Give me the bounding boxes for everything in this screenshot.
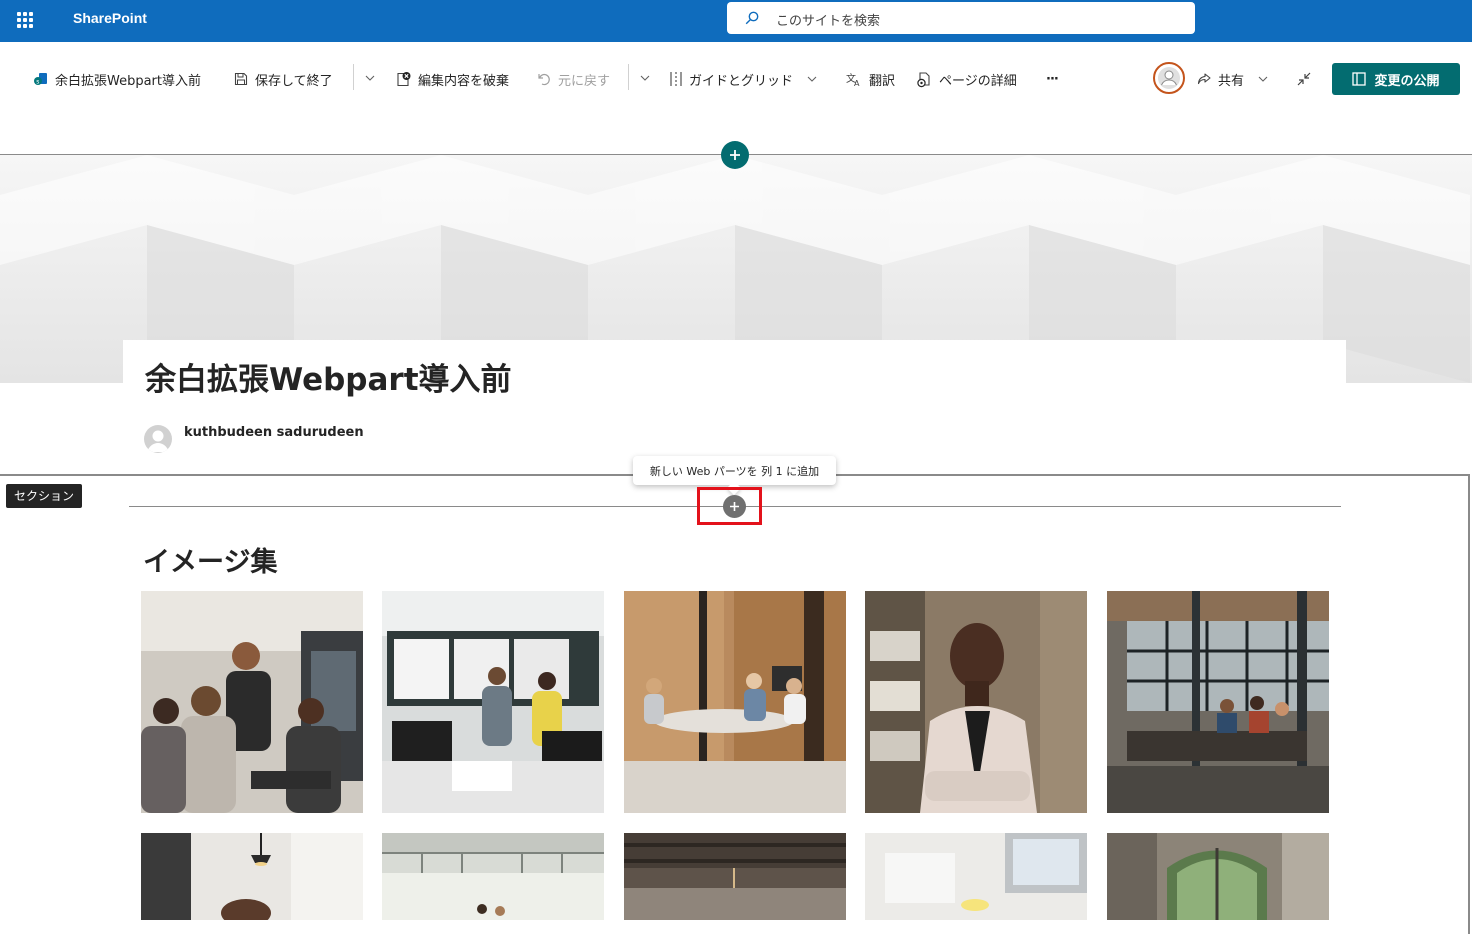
discard-edits-label: 編集内容を破棄 bbox=[418, 73, 510, 89]
undo-icon bbox=[538, 73, 550, 86]
photo-woman-portrait-icon bbox=[865, 591, 1087, 813]
divider bbox=[353, 64, 354, 90]
svg-text:s: s bbox=[36, 79, 39, 86]
gallery-image-1[interactable] bbox=[141, 591, 363, 813]
collapse-icon[interactable] bbox=[1296, 71, 1312, 87]
undo-label: 元に戻す bbox=[558, 73, 611, 89]
app-launcher-icon[interactable] bbox=[17, 12, 33, 28]
svg-text:A: A bbox=[854, 79, 860, 87]
chevron-down-icon bbox=[807, 76, 817, 82]
photo-desk-laptop-icon bbox=[865, 833, 1087, 920]
translate-icon: 文 A bbox=[846, 72, 860, 87]
gallery-image-3[interactable] bbox=[624, 591, 846, 813]
author-name[interactable]: kuthbudeen sadurudeen bbox=[184, 425, 364, 440]
photo-office-windows-icon bbox=[1107, 833, 1329, 920]
share-icon bbox=[1197, 73, 1211, 85]
gallery-image-2[interactable] bbox=[382, 591, 604, 813]
more-options-button[interactable]: ··· bbox=[1046, 68, 1059, 90]
gallery-image-5[interactable] bbox=[1107, 591, 1329, 813]
user-avatar[interactable] bbox=[1153, 62, 1185, 94]
gallery-image-7[interactable] bbox=[382, 833, 604, 920]
chevron-down-icon[interactable] bbox=[640, 74, 650, 82]
gallery-title[interactable]: イメージ集 bbox=[143, 540, 277, 579]
search-placeholder[interactable]: このサイトを検索 bbox=[776, 10, 880, 29]
gallery-image-6[interactable] bbox=[141, 833, 363, 920]
undo-button[interactable]: 元に戻す bbox=[536, 68, 610, 90]
search-icon bbox=[745, 11, 759, 25]
photo-man-with-lamps-icon bbox=[141, 833, 363, 920]
page-details-label: ページの詳細 bbox=[939, 73, 1017, 89]
photo-team-at-computer-icon bbox=[141, 591, 363, 813]
gallery-image-8[interactable] bbox=[624, 833, 846, 920]
suite-bar: SharePoint このサイトを検索 bbox=[0, 0, 1472, 42]
discard-edits-button[interactable]: 編集内容を破棄 bbox=[395, 68, 509, 90]
gallery-image-10[interactable] bbox=[1107, 833, 1329, 920]
publish-changes-button[interactable]: 変更の公開 bbox=[1332, 63, 1460, 95]
highlight-box bbox=[697, 487, 762, 525]
site-search-box[interactable]: このサイトを検索 bbox=[727, 2, 1195, 34]
page-name-label: 余白拡張Webpart導入前 bbox=[55, 73, 202, 89]
person-icon bbox=[1158, 67, 1180, 89]
photo-open-office-meeting-icon bbox=[1107, 591, 1329, 813]
section-badge[interactable]: セクション bbox=[6, 484, 83, 508]
page-name-button[interactable]: s 余白拡張Webpart導入前 bbox=[33, 68, 201, 90]
save-icon bbox=[234, 72, 248, 86]
save-and-close-label: 保存して終了 bbox=[255, 73, 333, 89]
gallery-image-4[interactable] bbox=[865, 591, 1087, 813]
add-section-button[interactable] bbox=[721, 141, 749, 169]
share-button[interactable]: 共有 bbox=[1196, 68, 1268, 90]
gallery-image-9[interactable] bbox=[865, 833, 1087, 920]
plus-icon bbox=[730, 150, 740, 160]
save-and-close-button[interactable]: 保存して終了 bbox=[233, 68, 333, 90]
share-label: 共有 bbox=[1218, 73, 1245, 89]
photo-industrial-office-icon bbox=[624, 833, 846, 920]
sharepoint-page-icon: s bbox=[34, 73, 47, 86]
page-details-button[interactable]: ページの詳細 bbox=[916, 68, 1017, 90]
translate-label: 翻訳 bbox=[869, 73, 896, 89]
more-options-icon: ··· bbox=[1046, 71, 1059, 87]
page-settings-icon bbox=[917, 71, 930, 87]
translate-button[interactable]: 文 A 翻訳 bbox=[846, 68, 895, 90]
page-title[interactable]: 余白拡張Webpart導入前 bbox=[145, 354, 512, 399]
publish-page-icon bbox=[1352, 72, 1367, 86]
guides-and-grid-label: ガイドとグリッド bbox=[689, 73, 794, 89]
guides-and-grid-button[interactable]: ガイドとグリッド bbox=[669, 68, 817, 90]
discard-page-icon bbox=[397, 71, 411, 86]
photo-office-whiteboard-icon bbox=[382, 591, 604, 813]
app-name[interactable]: SharePoint bbox=[73, 10, 147, 26]
author-avatar[interactable] bbox=[144, 425, 172, 453]
publish-label: 変更の公開 bbox=[1374, 73, 1440, 89]
divider bbox=[628, 64, 629, 90]
chevron-down-icon bbox=[1258, 76, 1268, 82]
photo-meeting-room-icon bbox=[624, 591, 846, 813]
person-icon bbox=[147, 430, 169, 452]
photo-people-in-atrium-icon bbox=[382, 833, 604, 920]
chevron-down-icon[interactable] bbox=[365, 74, 375, 82]
grid-guides-icon bbox=[670, 72, 682, 86]
